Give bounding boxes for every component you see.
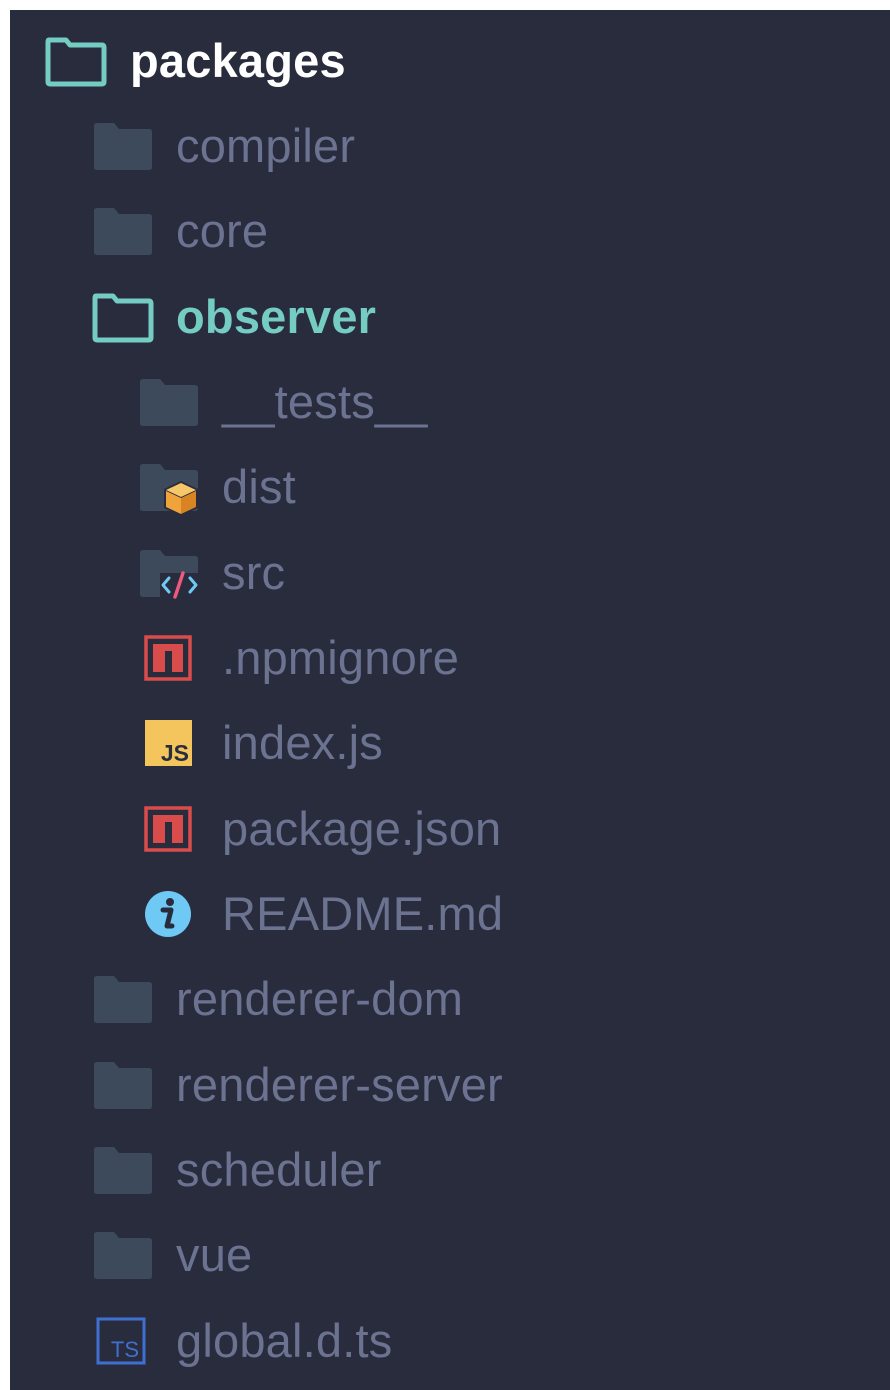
svg-text:JS: JS	[161, 740, 189, 766]
folder-open-icon	[92, 291, 154, 343]
tree-item-readme[interactable]: README.md	[10, 871, 890, 956]
file-tree: packages compiler core observer __tests_…	[10, 10, 890, 1390]
tree-item-renderer-dom[interactable]: renderer-dom	[10, 956, 890, 1041]
svg-text:TS: TS	[111, 1337, 139, 1362]
tree-item-label: package.json	[222, 802, 502, 855]
tree-item-label: compiler	[176, 119, 356, 172]
tree-item-label: dist	[222, 460, 296, 513]
tree-item-compiler[interactable]: compiler	[10, 103, 890, 188]
folder-src-icon	[138, 547, 200, 599]
tree-item-tests[interactable]: __tests__	[10, 359, 890, 444]
tree-item-label: global.d.ts	[176, 1314, 393, 1367]
npm-icon	[138, 632, 200, 684]
folder-open-icon	[45, 35, 107, 87]
tree-item-index-js[interactable]: JS index.js	[10, 700, 890, 785]
tree-item-renderer-server[interactable]: renderer-server	[10, 1042, 890, 1127]
tree-item-label: README.md	[222, 887, 504, 940]
tree-item-npmignore[interactable]: .npmignore	[10, 615, 890, 700]
file-explorer-panel: packages compiler core observer __tests_…	[10, 10, 890, 1390]
tree-item-label: renderer-server	[176, 1058, 503, 1111]
tree-item-label: observer	[176, 290, 377, 343]
folder-icon	[92, 1229, 154, 1281]
folder-dist-icon	[138, 461, 200, 516]
folder-icon	[92, 205, 154, 257]
tree-item-label: scheduler	[176, 1143, 382, 1196]
tree-item-core[interactable]: core	[10, 188, 890, 273]
tree-item-packages[interactable]: packages	[10, 18, 890, 103]
tree-item-label: index.js	[222, 716, 383, 769]
folder-icon	[92, 1059, 154, 1111]
tree-item-label: core	[176, 204, 269, 257]
typescript-icon: TS	[92, 1315, 154, 1367]
tree-item-observer[interactable]: observer	[10, 274, 890, 359]
tree-item-global-d-ts[interactable]: TS global.d.ts	[10, 1298, 890, 1383]
tree-item-scheduler[interactable]: scheduler	[10, 1127, 890, 1212]
folder-icon	[138, 376, 200, 428]
info-icon	[138, 888, 200, 940]
tree-item-label: .npmignore	[222, 631, 460, 684]
tree-item-label: vue	[176, 1228, 253, 1281]
folder-icon	[92, 973, 154, 1025]
js-icon: JS	[138, 717, 200, 769]
tree-item-dist[interactable]: dist	[10, 444, 890, 529]
folder-icon	[92, 1144, 154, 1196]
tree-item-label: packages	[130, 34, 346, 87]
tree-item-vue[interactable]: vue	[10, 1212, 890, 1297]
tree-item-label: src	[222, 546, 286, 599]
tree-item-src[interactable]: src	[10, 530, 890, 615]
folder-icon	[92, 120, 154, 172]
tree-item-package-json[interactable]: package.json	[10, 786, 890, 871]
tree-item-label: __tests__	[222, 375, 428, 428]
npm-icon	[138, 803, 200, 855]
tree-item-label: renderer-dom	[176, 972, 464, 1025]
